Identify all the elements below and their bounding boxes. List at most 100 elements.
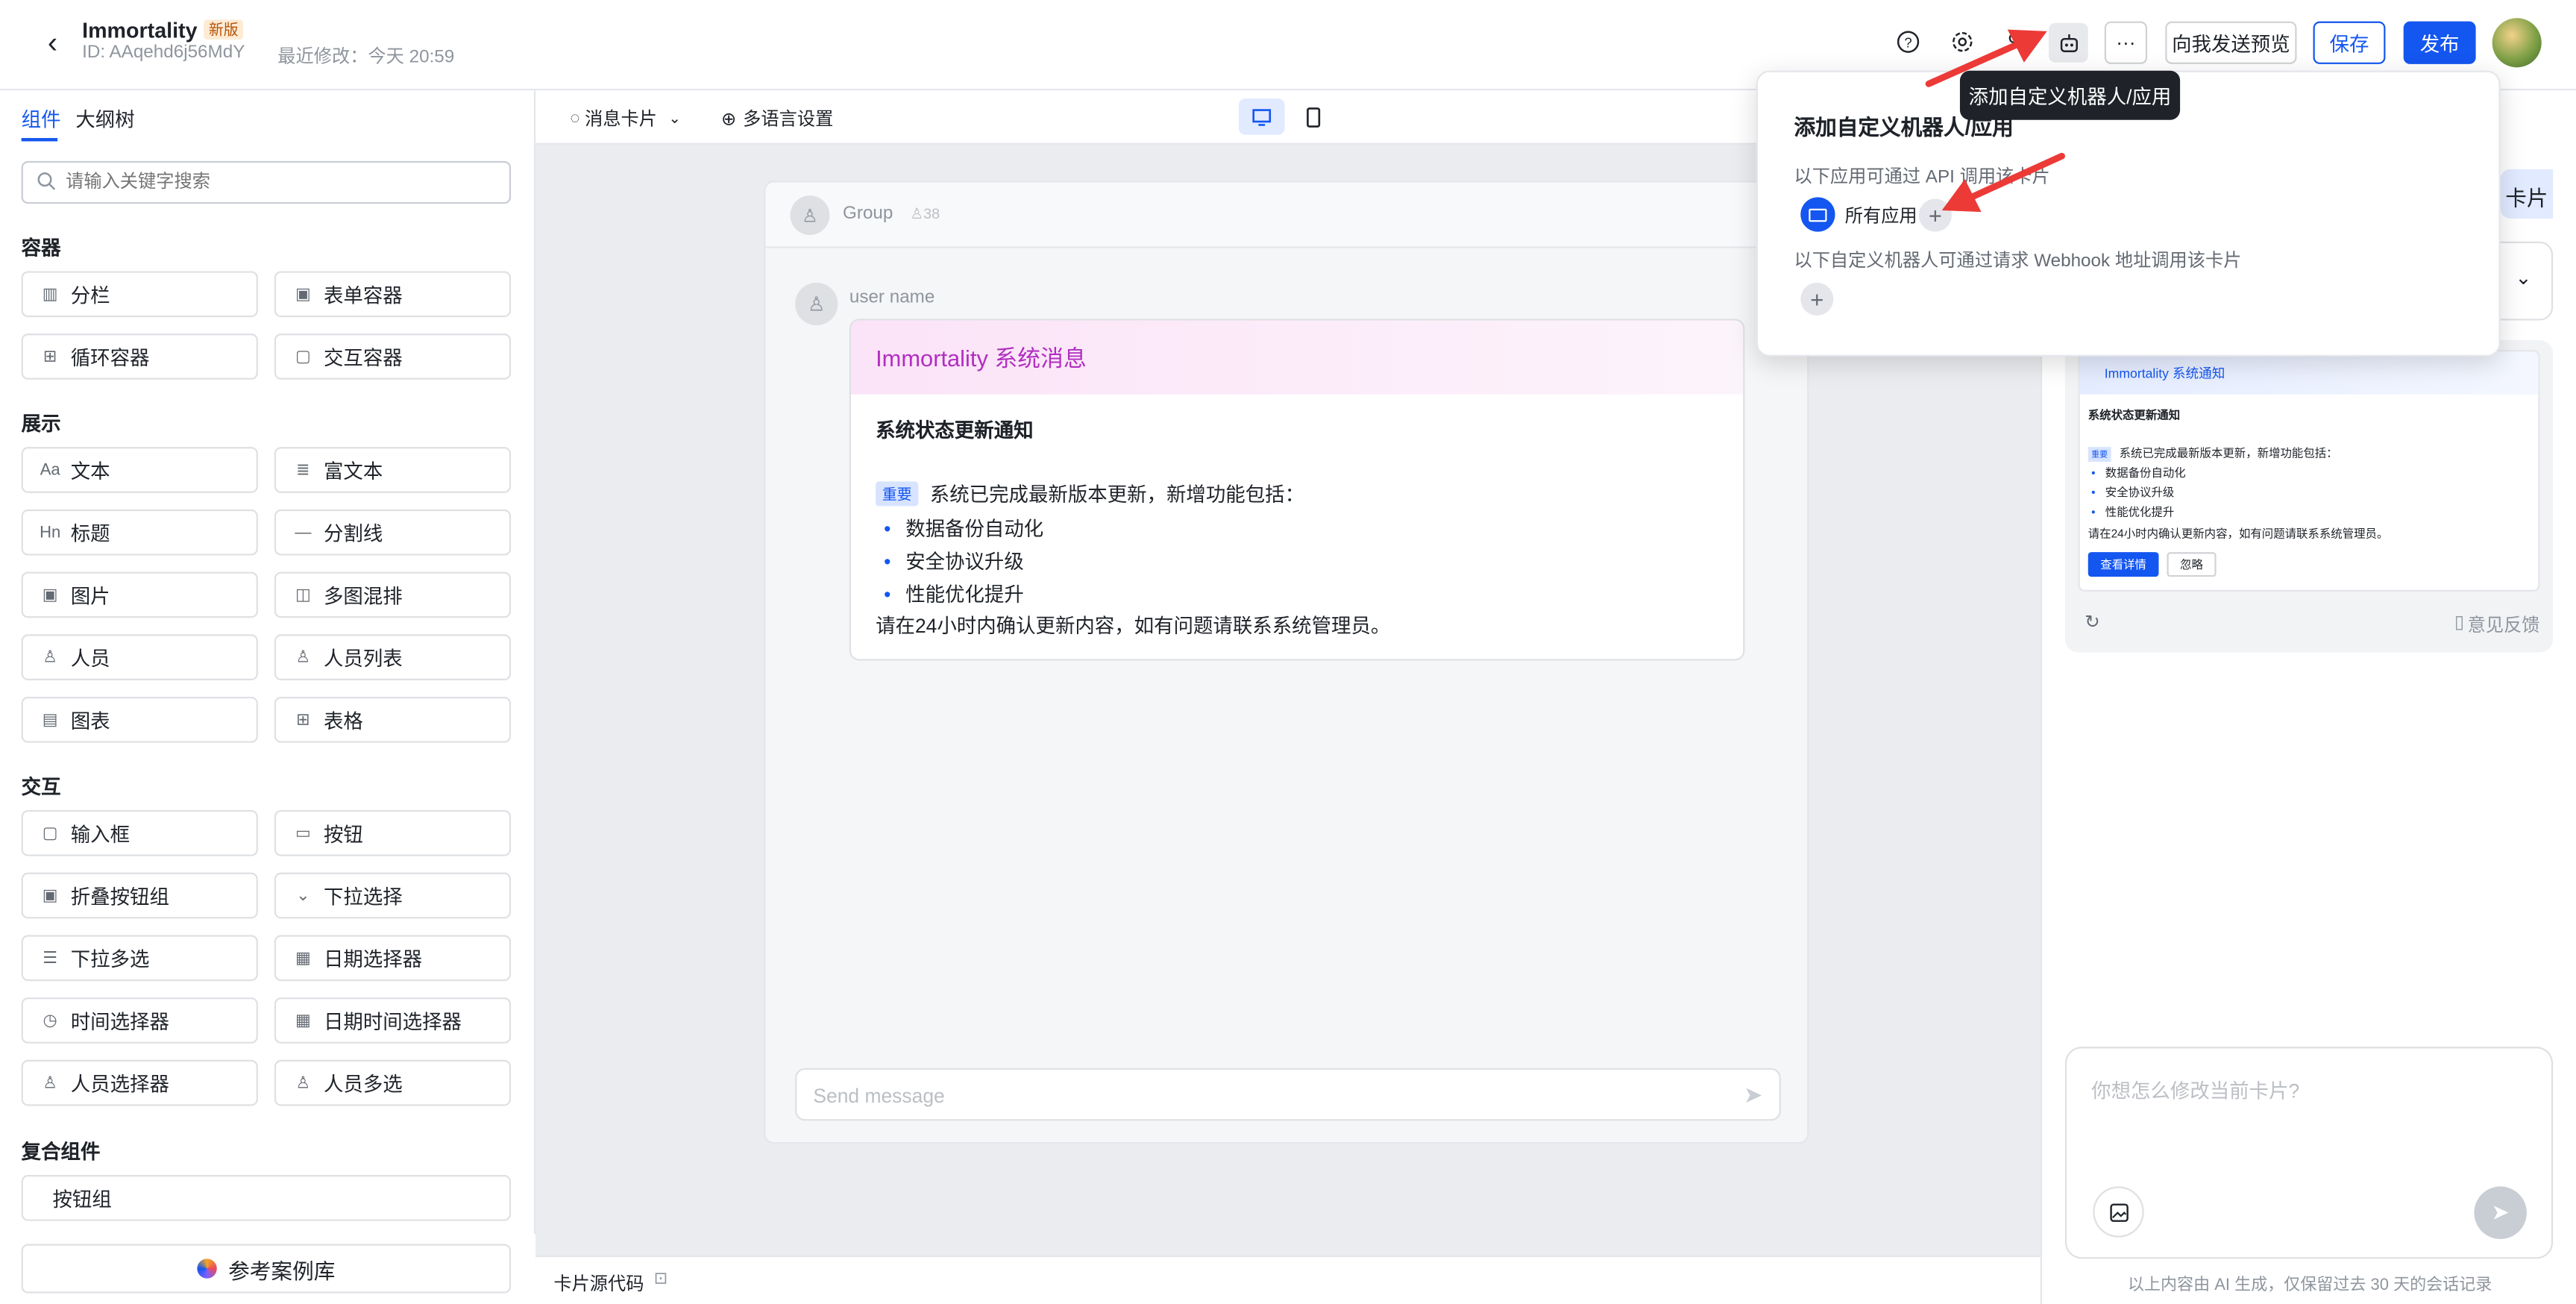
person-add-icon: ♙ <box>43 1073 58 1092</box>
comp-multi-dropdown[interactable]: ☰ 下拉多选 <box>21 935 258 982</box>
search-box[interactable] <box>21 160 512 204</box>
comp-divider[interactable]: — 分割线 <box>274 509 512 556</box>
clock-icon: ◷ <box>43 1011 57 1030</box>
comp-interactive-container[interactable]: ▢ 交互容器 <box>274 333 512 380</box>
list-item: • 安全协议升级 <box>2091 488 2175 500</box>
new-version-badge: 新版 <box>204 19 244 40</box>
comp-button-group[interactable]: 按钮组 <box>21 1175 512 1221</box>
send-preview-button[interactable]: 向我发送预览 <box>2165 21 2297 64</box>
ai-input-box[interactable]: 你想怎么修改当前卡片? ➤ <box>2064 1047 2554 1259</box>
share-icon[interactable] <box>1998 25 2031 57</box>
svg-text:?: ? <box>1903 34 1911 49</box>
comp-datetime-picker[interactable]: ▦ 日期时间选择器 <box>274 997 512 1044</box>
dropdown-icon: ⌄ <box>296 886 310 905</box>
heading-icon: Hn <box>40 523 61 542</box>
case-library-icon <box>197 1258 217 1279</box>
section-composite: 复合组件 <box>21 1140 101 1164</box>
comp-image[interactable]: ▣ 图片 <box>21 571 258 618</box>
comp-collapse-buttons[interactable]: ▣ 折叠按钮组 <box>21 872 258 919</box>
comp-text[interactable]: Aa 文本 <box>21 447 258 493</box>
mini-footer-line: 请在24小时内确认更新内容，如有问题请联系系统管理员。 <box>2087 529 2389 541</box>
doc-id: ID: AAqehd6j56MdY <box>82 43 245 63</box>
mobile-view-icon[interactable] <box>1295 98 1331 134</box>
chevron-down-icon[interactable]: ⌄ <box>2515 266 2531 289</box>
chat-preview: ♙ Group ♙38 ♙ user name Immortality 系统消息… <box>764 181 1809 1144</box>
comp-person-multi[interactable]: ♙ 人员多选 <box>274 1059 512 1106</box>
comp-date-picker[interactable]: ▦ 日期选择器 <box>274 935 512 982</box>
group-avatar-icon: ♙ <box>790 195 830 236</box>
add-bot-plus-icon[interactable]: + <box>1800 282 1834 316</box>
section-container: 容器 <box>21 236 61 260</box>
message-icon: ◌ <box>570 109 580 128</box>
send-icon[interactable]: ➤ <box>1744 1081 1763 1109</box>
mini-body-line: 系统已完成最新版本更新，新增功能包括： <box>2119 448 2338 460</box>
all-apps-chip[interactable]: 所有应用 <box>1800 197 1917 232</box>
ai-result-card: Immortality 系统通知 系统状态更新通知 重要 系统已完成最新版本更新… <box>2064 339 2554 653</box>
ai-input-placeholder: 你想怎么修改当前卡片? <box>2091 1079 2300 1103</box>
collapse-icon: ▣ <box>42 886 58 905</box>
mini-important-tag: 重要 <box>2087 447 2111 462</box>
tab-components[interactable]: 组件 <box>22 105 61 133</box>
save-button[interactable]: 保存 <box>2313 21 2386 64</box>
comp-time-picker[interactable]: ◷ 时间选择器 <box>21 997 258 1044</box>
card-type-select[interactable]: ◌ 消息卡片 ⌄ <box>570 105 681 131</box>
refresh-icon[interactable]: ↻ <box>2085 611 2099 633</box>
comp-columns[interactable]: ▥ 分栏 <box>21 271 258 318</box>
card-title: Immortality 系统消息 <box>876 345 1087 372</box>
text-icon: Aa <box>40 460 60 480</box>
add-app-plus-icon[interactable]: + <box>1918 198 1952 232</box>
comp-table[interactable]: ⊞ 表格 <box>274 696 512 743</box>
list-item: • 性能优化提升 <box>884 583 1024 606</box>
comp-person[interactable]: ♙ 人员 <box>21 634 258 680</box>
doc-title: Immortality <box>82 18 198 43</box>
publish-button[interactable]: 发布 <box>2403 21 2476 64</box>
comp-multi-image[interactable]: ◫ 多图混排 <box>274 571 512 618</box>
comp-person-picker[interactable]: ♙ 人员选择器 <box>21 1059 258 1106</box>
language-settings[interactable]: ⊕ 多语言设置 <box>721 105 833 131</box>
card-body-line: 系统已完成最新版本更新，新增功能包括： <box>929 483 1305 507</box>
checklist-icon: ☰ <box>43 949 58 968</box>
search-input[interactable] <box>66 169 493 196</box>
comp-chart[interactable]: ▤ 图表 <box>21 696 258 743</box>
canvas-bottom-bar: 卡片源代码 ⊡ <box>535 1255 2041 1304</box>
robot-icon[interactable] <box>2048 22 2088 63</box>
tab-outline[interactable]: 大纲树 <box>75 105 134 133</box>
comp-button[interactable]: ▭ 按钮 <box>274 809 512 856</box>
member-icon: ♙ <box>910 205 924 222</box>
people-icon: ♙ <box>295 648 311 667</box>
feedback-icon: ▯ <box>2454 612 2465 633</box>
source-code-label[interactable]: 卡片源代码 <box>553 1270 644 1297</box>
doc-title-row: Immortality 新版 <box>82 16 244 46</box>
comp-richtext[interactable]: ≣ 富文本 <box>274 447 512 493</box>
comp-dropdown[interactable]: ⌄ 下拉选择 <box>274 872 512 919</box>
help-icon[interactable]: ? <box>1891 25 1923 57</box>
settings-gear-icon[interactable] <box>1945 25 1978 57</box>
image-upload-icon[interactable] <box>2093 1186 2144 1238</box>
mini-view-detail-button: 查看详情 <box>2087 552 2159 577</box>
card-footer-line: 请在24小时内确认更新内容，如有问题请联系系统管理员。 <box>876 614 1391 638</box>
more-icon[interactable]: ··· <box>2104 21 2148 64</box>
message-card: Immortality 系统消息 系统状态更新通知 重要 系统已完成最新版本更新… <box>849 319 1745 661</box>
feedback-link[interactable]: ▯ 意见反馈 <box>2454 611 2540 637</box>
comp-heading[interactable]: Hn 标题 <box>21 509 258 556</box>
box-icon: ▢ <box>295 347 311 366</box>
back-arrow-icon[interactable]: ‹ <box>36 25 69 59</box>
card-heading: 系统状态更新通知 <box>876 419 1034 442</box>
search-icon <box>36 171 56 195</box>
expand-icon[interactable]: ⊡ <box>654 1270 667 1288</box>
avatar[interactable] <box>2492 18 2542 68</box>
user-avatar-icon: ♙ <box>795 282 838 326</box>
comp-form-container[interactable]: ▣ 表单容器 <box>274 271 512 318</box>
section-display: 展示 <box>21 412 61 436</box>
desktop-view-icon[interactable] <box>1238 98 1285 135</box>
comp-input[interactable]: ▢ 输入框 <box>21 809 258 856</box>
member-count: ♙38 <box>910 205 940 222</box>
comp-loop-container[interactable]: ⊞ 循环容器 <box>21 333 258 380</box>
send-message-box[interactable]: Send message ➤ <box>795 1068 1781 1121</box>
comp-person-list[interactable]: ♙ 人员列表 <box>274 634 512 680</box>
robot-tooltip: 添加自定义机器人/应用 <box>1959 70 2181 120</box>
active-tab-indicator <box>21 138 58 142</box>
send-icon[interactable]: ➤ <box>2474 1186 2527 1239</box>
case-library-button[interactable]: 参考案例库 <box>21 1244 512 1294</box>
group-name: Group <box>843 204 893 224</box>
